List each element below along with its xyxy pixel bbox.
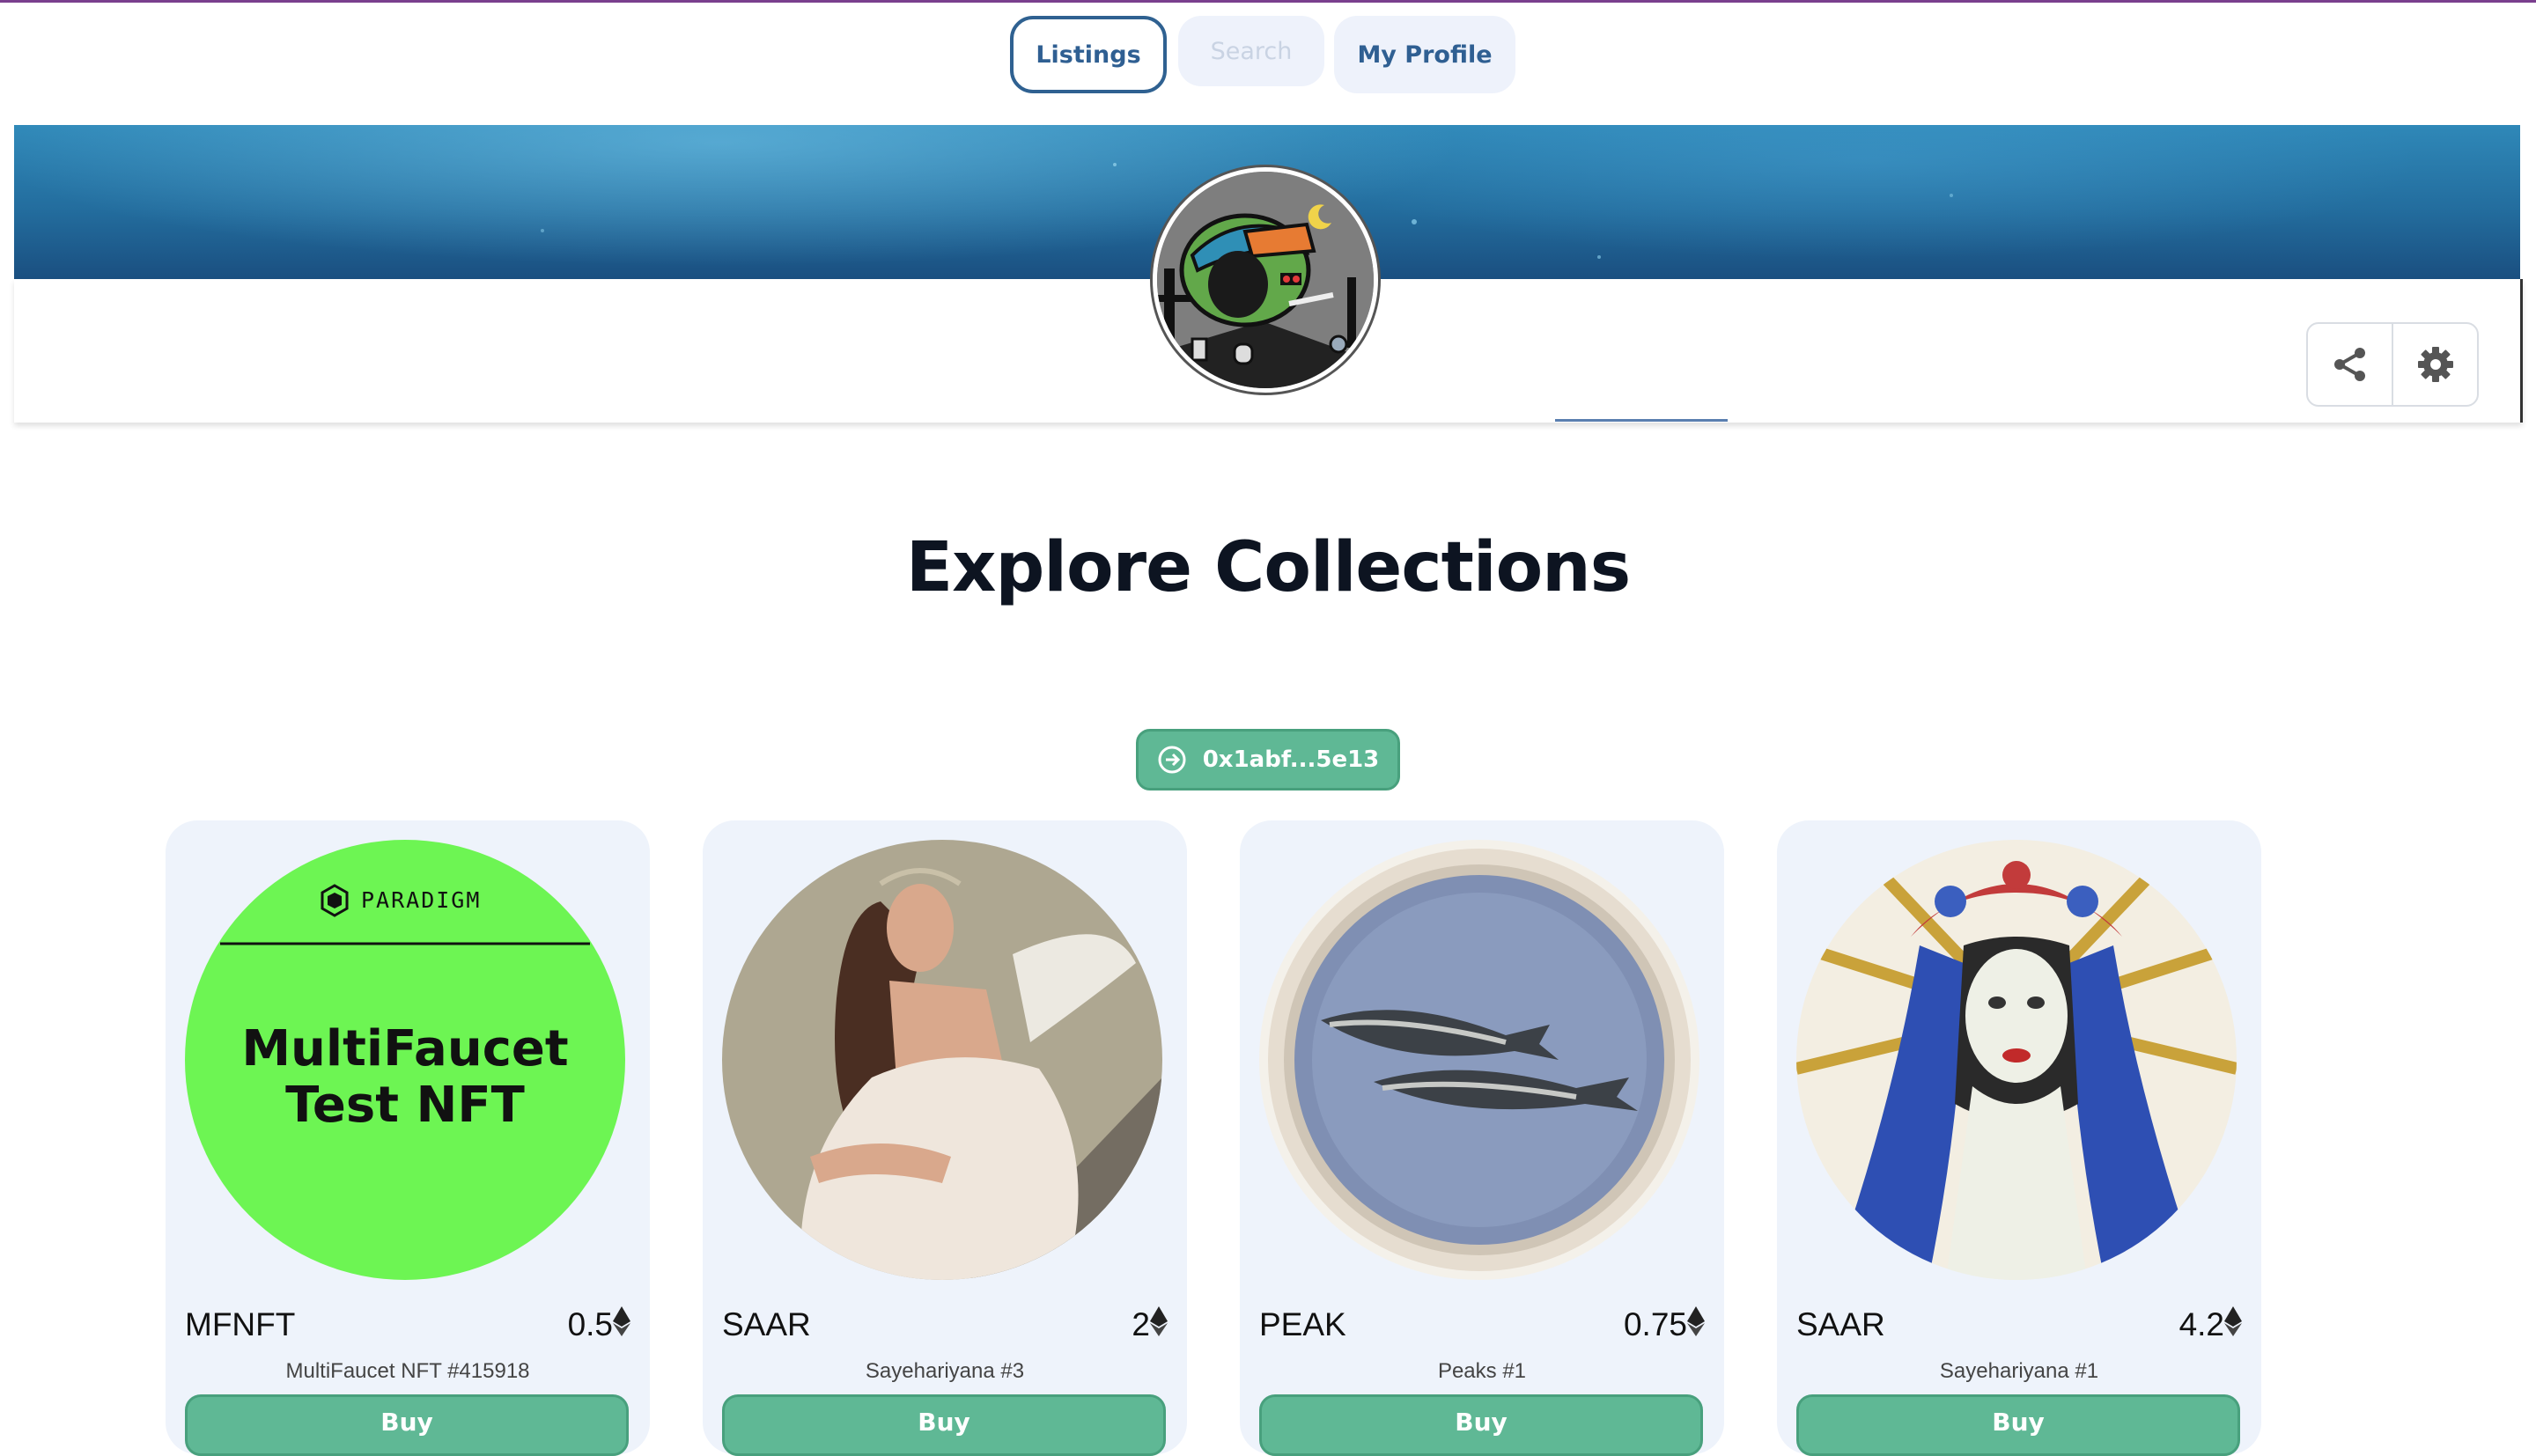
share-icon xyxy=(2333,348,2365,381)
nft-symbol: MFNFT xyxy=(185,1306,296,1342)
nft-price: 0.5 xyxy=(568,1306,630,1343)
arrow-circle-icon xyxy=(1158,746,1186,774)
nft-symbol: PEAK xyxy=(1259,1306,1346,1342)
sardines-plate-art xyxy=(1259,840,1699,1280)
buy-button[interactable]: Buy xyxy=(1796,1394,2240,1456)
eth-icon xyxy=(1687,1306,1705,1336)
nft-symbol: SAAR xyxy=(1796,1306,1885,1342)
nav-search-button[interactable]: Search xyxy=(1178,16,1324,86)
eth-icon xyxy=(613,1306,630,1336)
nft-name: MultiFaucet NFT #415918 xyxy=(285,1359,530,1383)
nft-title-line-2: Test NFT xyxy=(285,1077,525,1134)
top-accent-line xyxy=(0,0,2536,3)
nft-symbol: SAAR xyxy=(722,1306,811,1342)
nft-name: Sayehariyana #1 xyxy=(1939,1359,2099,1383)
nft-price-value: 4.2 xyxy=(2178,1306,2224,1342)
nft-price-value: 0.75 xyxy=(1623,1306,1687,1342)
nft-card[interactable]: SAAR 4.2 Sayehariyana #1 Buy xyxy=(1777,820,2261,1456)
buy-button[interactable]: Buy xyxy=(185,1394,629,1456)
gear-icon xyxy=(2417,347,2453,382)
nav-my-profile-button[interactable]: My Profile xyxy=(1334,16,1515,93)
nft-image xyxy=(1796,840,2237,1280)
nft-price-value: 0.5 xyxy=(567,1306,613,1342)
nft-price-value: 2 xyxy=(1132,1306,1150,1342)
nft-price: 2 xyxy=(1132,1306,1168,1343)
nft-image xyxy=(1259,840,1699,1280)
nft-name: Peaks #1 xyxy=(1437,1359,1527,1383)
settings-button[interactable] xyxy=(2392,324,2477,405)
profile-avatar[interactable] xyxy=(1153,167,1378,393)
madonna-portrait-art xyxy=(1796,840,2237,1280)
profile-actions xyxy=(2306,322,2479,407)
buy-button[interactable]: Buy xyxy=(1259,1394,1703,1456)
nft-name: Sayehariyana #3 xyxy=(865,1359,1025,1383)
eth-icon xyxy=(1150,1306,1168,1336)
wallet-address-label: 0x1abf...5e13 xyxy=(1202,746,1380,773)
nav-listings-button[interactable]: Listings xyxy=(1010,16,1167,93)
nft-image: PARADIGM MultiFaucet Test NFT xyxy=(185,840,625,1280)
nft-brand-text: PARADIGM xyxy=(361,887,482,913)
nft-price: 0.75 xyxy=(1624,1306,1705,1343)
page-title: Explore Collections xyxy=(905,528,1631,607)
nft-price: 4.2 xyxy=(2179,1306,2242,1343)
eth-icon xyxy=(2224,1306,2242,1336)
share-button[interactable] xyxy=(2308,324,2392,405)
nft-title-text: MultiFaucet Test NFT xyxy=(185,1021,625,1134)
buy-button[interactable]: Buy xyxy=(722,1394,1166,1456)
nft-card[interactable]: SAAR 2 Sayehariyana #3 Buy xyxy=(703,820,1187,1456)
nft-card[interactable]: PEAK 0.75 Peaks #1 Buy xyxy=(1240,820,1724,1456)
wallet-address-button[interactable]: 0x1abf...5e13 xyxy=(1136,729,1400,791)
avatar-art xyxy=(1157,172,1374,388)
nft-image xyxy=(722,840,1162,1280)
angel-portrait-art xyxy=(722,840,1162,1280)
active-tab-underline xyxy=(1555,419,1728,422)
nft-title-line-1: MultiFaucet xyxy=(241,1020,569,1077)
nft-card[interactable]: PARADIGM MultiFaucet Test NFT MFNFT 0.5 … xyxy=(166,820,650,1456)
top-nav: Listings Search My Profile xyxy=(0,16,2536,95)
